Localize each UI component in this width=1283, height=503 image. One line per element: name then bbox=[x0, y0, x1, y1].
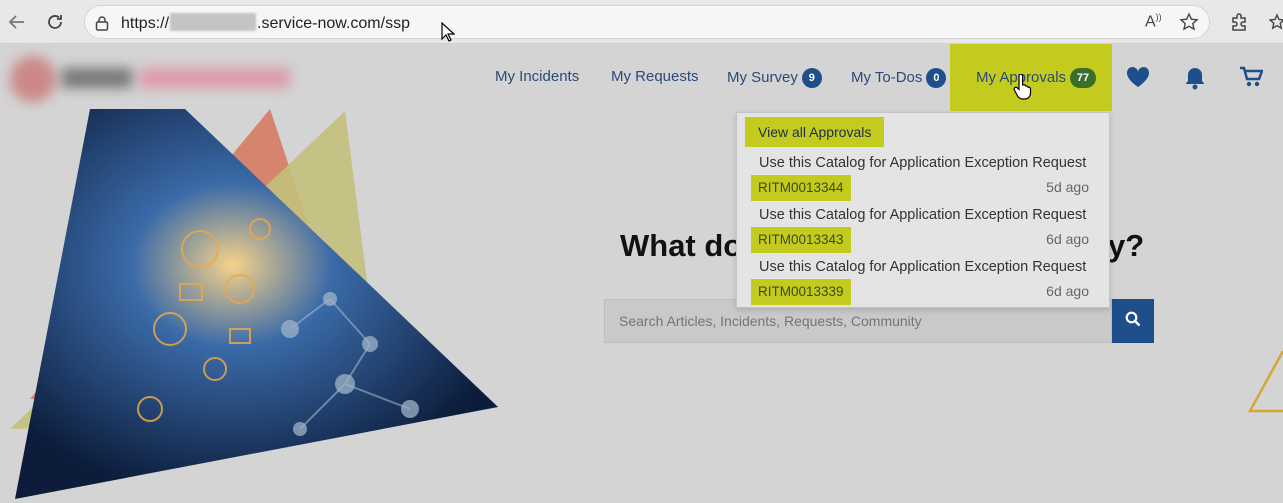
approval-title: Use this Catalog for Application Excepti… bbox=[759, 155, 1087, 171]
approval-title: Use this Catalog for Application Excepti… bbox=[759, 207, 1087, 223]
nav-my-todos-label: My To-Dos bbox=[851, 69, 923, 86]
approvals-count-badge: 77 bbox=[1070, 68, 1097, 88]
url-suffix: .service-now.com/ssp bbox=[257, 15, 410, 32]
nav-my-requests[interactable]: My Requests bbox=[611, 68, 699, 85]
nav-my-approvals[interactable]: My Approvals 77 bbox=[976, 68, 1097, 88]
nav-my-todos[interactable]: My To-Dos 0 bbox=[851, 68, 947, 88]
approval-number[interactable]: RITM0013344 bbox=[751, 175, 851, 201]
search-button[interactable] bbox=[1112, 299, 1154, 343]
approval-item[interactable]: Use this Catalog for Application Excepti… bbox=[737, 203, 1111, 255]
lock-icon[interactable] bbox=[95, 15, 109, 36]
hero-illustration bbox=[10, 109, 498, 499]
approval-time: 6d ago bbox=[1046, 231, 1089, 247]
view-all-approvals-link[interactable]: View all Approvals bbox=[745, 117, 885, 147]
approvals-dropdown: View all Approvals Use this Catalog for … bbox=[736, 112, 1110, 308]
hero-title: What do y? bbox=[620, 228, 1144, 264]
cursor-hand-icon bbox=[1012, 73, 1032, 105]
hero-title-right: y? bbox=[1108, 228, 1145, 263]
reload-icon[interactable] bbox=[42, 9, 68, 35]
nav-my-survey[interactable]: My Survey 9 bbox=[727, 68, 822, 88]
portal-page: My Incidents My Requests My Survey 9 My T… bbox=[0, 44, 1283, 503]
approval-item[interactable]: Use this Catalog for Application Excepti… bbox=[737, 255, 1111, 307]
browser-toolbar: https:// .service-now.com/ssp A)) bbox=[0, 0, 1283, 44]
url-prefix: https:// bbox=[121, 15, 170, 32]
nav-my-incidents[interactable]: My Incidents bbox=[495, 68, 579, 85]
approval-number[interactable]: RITM0013343 bbox=[751, 227, 851, 253]
favorites-icon[interactable] bbox=[1264, 9, 1283, 35]
search-icon bbox=[1125, 311, 1141, 332]
address-bar[interactable]: https:// .service-now.com/ssp A)) bbox=[84, 5, 1210, 39]
approval-time: 5d ago bbox=[1046, 179, 1089, 195]
back-icon[interactable] bbox=[4, 9, 30, 35]
url-text: https:// .service-now.com/ssp bbox=[121, 13, 410, 33]
heart-icon[interactable] bbox=[1126, 66, 1150, 93]
nav-my-survey-label: My Survey bbox=[727, 69, 798, 86]
approval-title: Use this Catalog for Application Excepti… bbox=[759, 259, 1087, 275]
hero-title-left: What do bbox=[620, 228, 743, 263]
favorite-star-icon[interactable] bbox=[1179, 12, 1199, 37]
bell-icon[interactable] bbox=[1184, 66, 1206, 95]
todos-count-badge: 0 bbox=[926, 68, 947, 88]
cart-icon[interactable] bbox=[1239, 66, 1264, 93]
approval-time: 6d ago bbox=[1046, 283, 1089, 299]
url-redacted bbox=[170, 13, 257, 31]
survey-count-badge: 9 bbox=[801, 68, 822, 88]
approval-number[interactable]: RITM0013339 bbox=[751, 279, 851, 305]
approval-item[interactable]: Use this Catalog for Application Excepti… bbox=[737, 151, 1111, 203]
read-aloud-icon[interactable]: A)) bbox=[1145, 12, 1162, 31]
extensions-icon[interactable] bbox=[1226, 9, 1252, 35]
decorative-triangle bbox=[1247, 349, 1283, 424]
company-logo[interactable] bbox=[4, 54, 294, 104]
